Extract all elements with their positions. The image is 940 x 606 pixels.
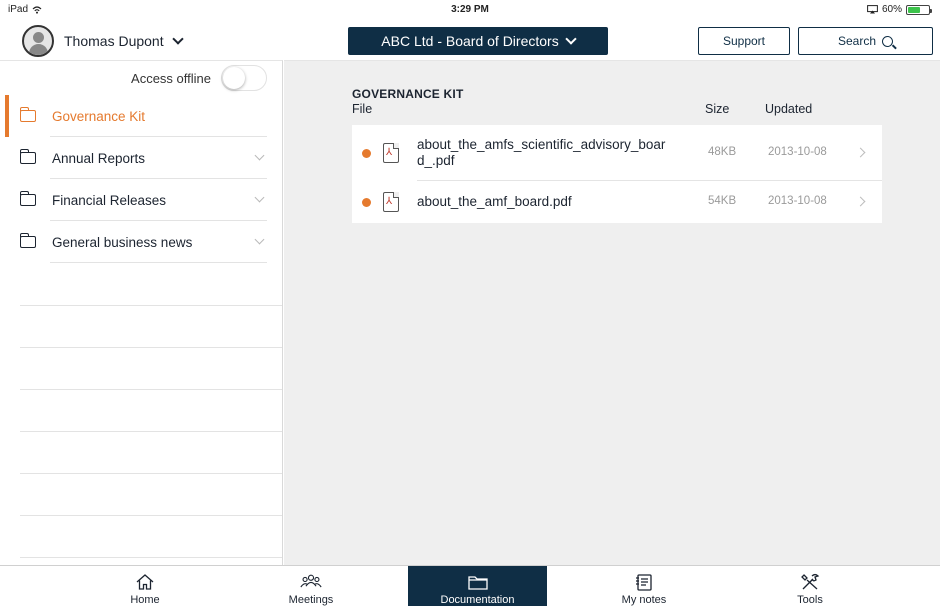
avatar xyxy=(22,25,54,57)
file-updated: 2013-10-08 xyxy=(768,146,827,158)
support-button[interactable]: Support xyxy=(698,27,790,55)
tab-label: My notes xyxy=(621,594,667,606)
chevron-down-icon xyxy=(171,33,184,45)
tab-documentation[interactable]: Documentation xyxy=(408,566,547,606)
battery-icon xyxy=(906,4,932,15)
access-offline-toggle[interactable] xyxy=(221,65,267,91)
bottom-tab-bar: Home Meetings Documentation My notes Too… xyxy=(0,565,940,606)
board-title: ABC Ltd - Board of Directors xyxy=(381,33,559,49)
divider xyxy=(20,347,282,348)
file-size: 48KB xyxy=(708,146,737,158)
top-bar: Thomas Dupont ABC Ltd - Board of Directo… xyxy=(0,20,940,60)
tab-label: Home xyxy=(130,594,160,606)
status-right: 60% xyxy=(867,4,932,15)
section-title: GOVERNANCE KIT xyxy=(352,87,464,101)
tab-home[interactable]: Home xyxy=(95,566,195,606)
board-selector-button[interactable]: ABC Ltd - Board of Directors xyxy=(348,27,608,55)
pdf-icon: ⅄ xyxy=(383,143,399,163)
sidebar-item-governance-kit[interactable]: Governance Kit xyxy=(0,95,283,137)
sidebar-item-label: Financial Releases xyxy=(52,192,167,208)
battery-percent: 60% xyxy=(881,4,902,15)
divider xyxy=(20,431,282,432)
sidebar: Access offline Governance Kit Annual Rep… xyxy=(0,60,283,565)
sidebar-item-annual-reports[interactable]: Annual Reports xyxy=(0,137,283,179)
sidebar-item-general-business-news[interactable]: General business news xyxy=(0,221,283,263)
file-name: about_the_amf_board.pdf xyxy=(417,194,572,209)
column-header-updated: Updated xyxy=(765,102,813,116)
chevron-right-icon xyxy=(855,147,866,158)
battery-fill xyxy=(908,6,920,13)
file-row[interactable]: ⅄ about_the_amf_board.pdf 54KB 2013-10-0… xyxy=(352,181,882,223)
screen-mirror-icon xyxy=(867,5,878,14)
home-icon xyxy=(136,574,154,590)
document-panel: GOVERNANCE KIT File Size Updated ⅄ about… xyxy=(284,60,940,565)
unread-dot xyxy=(362,149,371,158)
user-name: Thomas Dupont xyxy=(64,33,164,49)
chevron-down-icon xyxy=(254,234,265,245)
access-offline-row: Access offline xyxy=(0,61,283,95)
tab-meetings[interactable]: Meetings xyxy=(261,566,361,606)
tab-label: Tools xyxy=(797,594,823,606)
folder-icon xyxy=(20,107,36,122)
user-menu[interactable]: Thomas Dupont xyxy=(22,25,184,57)
tab-tools[interactable]: Tools xyxy=(760,566,860,606)
divider xyxy=(20,473,282,474)
search-label: Search xyxy=(837,34,877,48)
search-button[interactable]: Search xyxy=(798,27,933,55)
column-header-size: Size xyxy=(705,102,730,116)
folder-icon xyxy=(467,576,488,590)
file-updated: 2013-10-08 xyxy=(768,195,827,207)
status-bar: iPad 3:29 PM 60% xyxy=(0,0,940,20)
file-row[interactable]: ⅄ about_the_amfs_scientific_advisory_boa… xyxy=(352,125,882,181)
tools-icon xyxy=(801,573,820,590)
tab-my-notes[interactable]: My notes xyxy=(594,566,694,606)
divider xyxy=(20,389,282,390)
tab-label: Meetings xyxy=(288,594,334,606)
status-time: 3:29 PM xyxy=(451,4,489,15)
file-size: 54KB xyxy=(708,195,737,207)
pdf-icon: ⅄ xyxy=(383,192,399,212)
chevron-down-icon xyxy=(565,33,577,45)
folder-icon xyxy=(20,233,36,248)
unread-dot xyxy=(362,198,371,207)
folder-icon xyxy=(20,149,36,164)
chevron-down-icon xyxy=(254,192,265,203)
people-icon xyxy=(300,574,322,588)
sidebar-item-label: Governance Kit xyxy=(52,108,146,124)
sidebar-item-financial-releases[interactable]: Financial Releases xyxy=(0,179,283,221)
column-header-file: File xyxy=(352,102,373,116)
divider xyxy=(20,557,282,558)
tab-label: Documentation xyxy=(440,594,515,606)
notes-icon xyxy=(636,574,652,591)
chevron-down-icon xyxy=(254,150,265,161)
access-offline-label: Access offline xyxy=(131,70,211,86)
search-icon xyxy=(882,35,894,47)
file-name: about_the_amfs_scientific_advisory_boar … xyxy=(417,137,666,168)
divider xyxy=(20,305,282,306)
sidebar-item-label: General business news xyxy=(52,234,193,250)
folder-icon xyxy=(20,191,36,206)
sidebar-item-label: Annual Reports xyxy=(52,150,146,166)
chevron-right-icon xyxy=(855,196,866,207)
divider xyxy=(20,515,282,516)
